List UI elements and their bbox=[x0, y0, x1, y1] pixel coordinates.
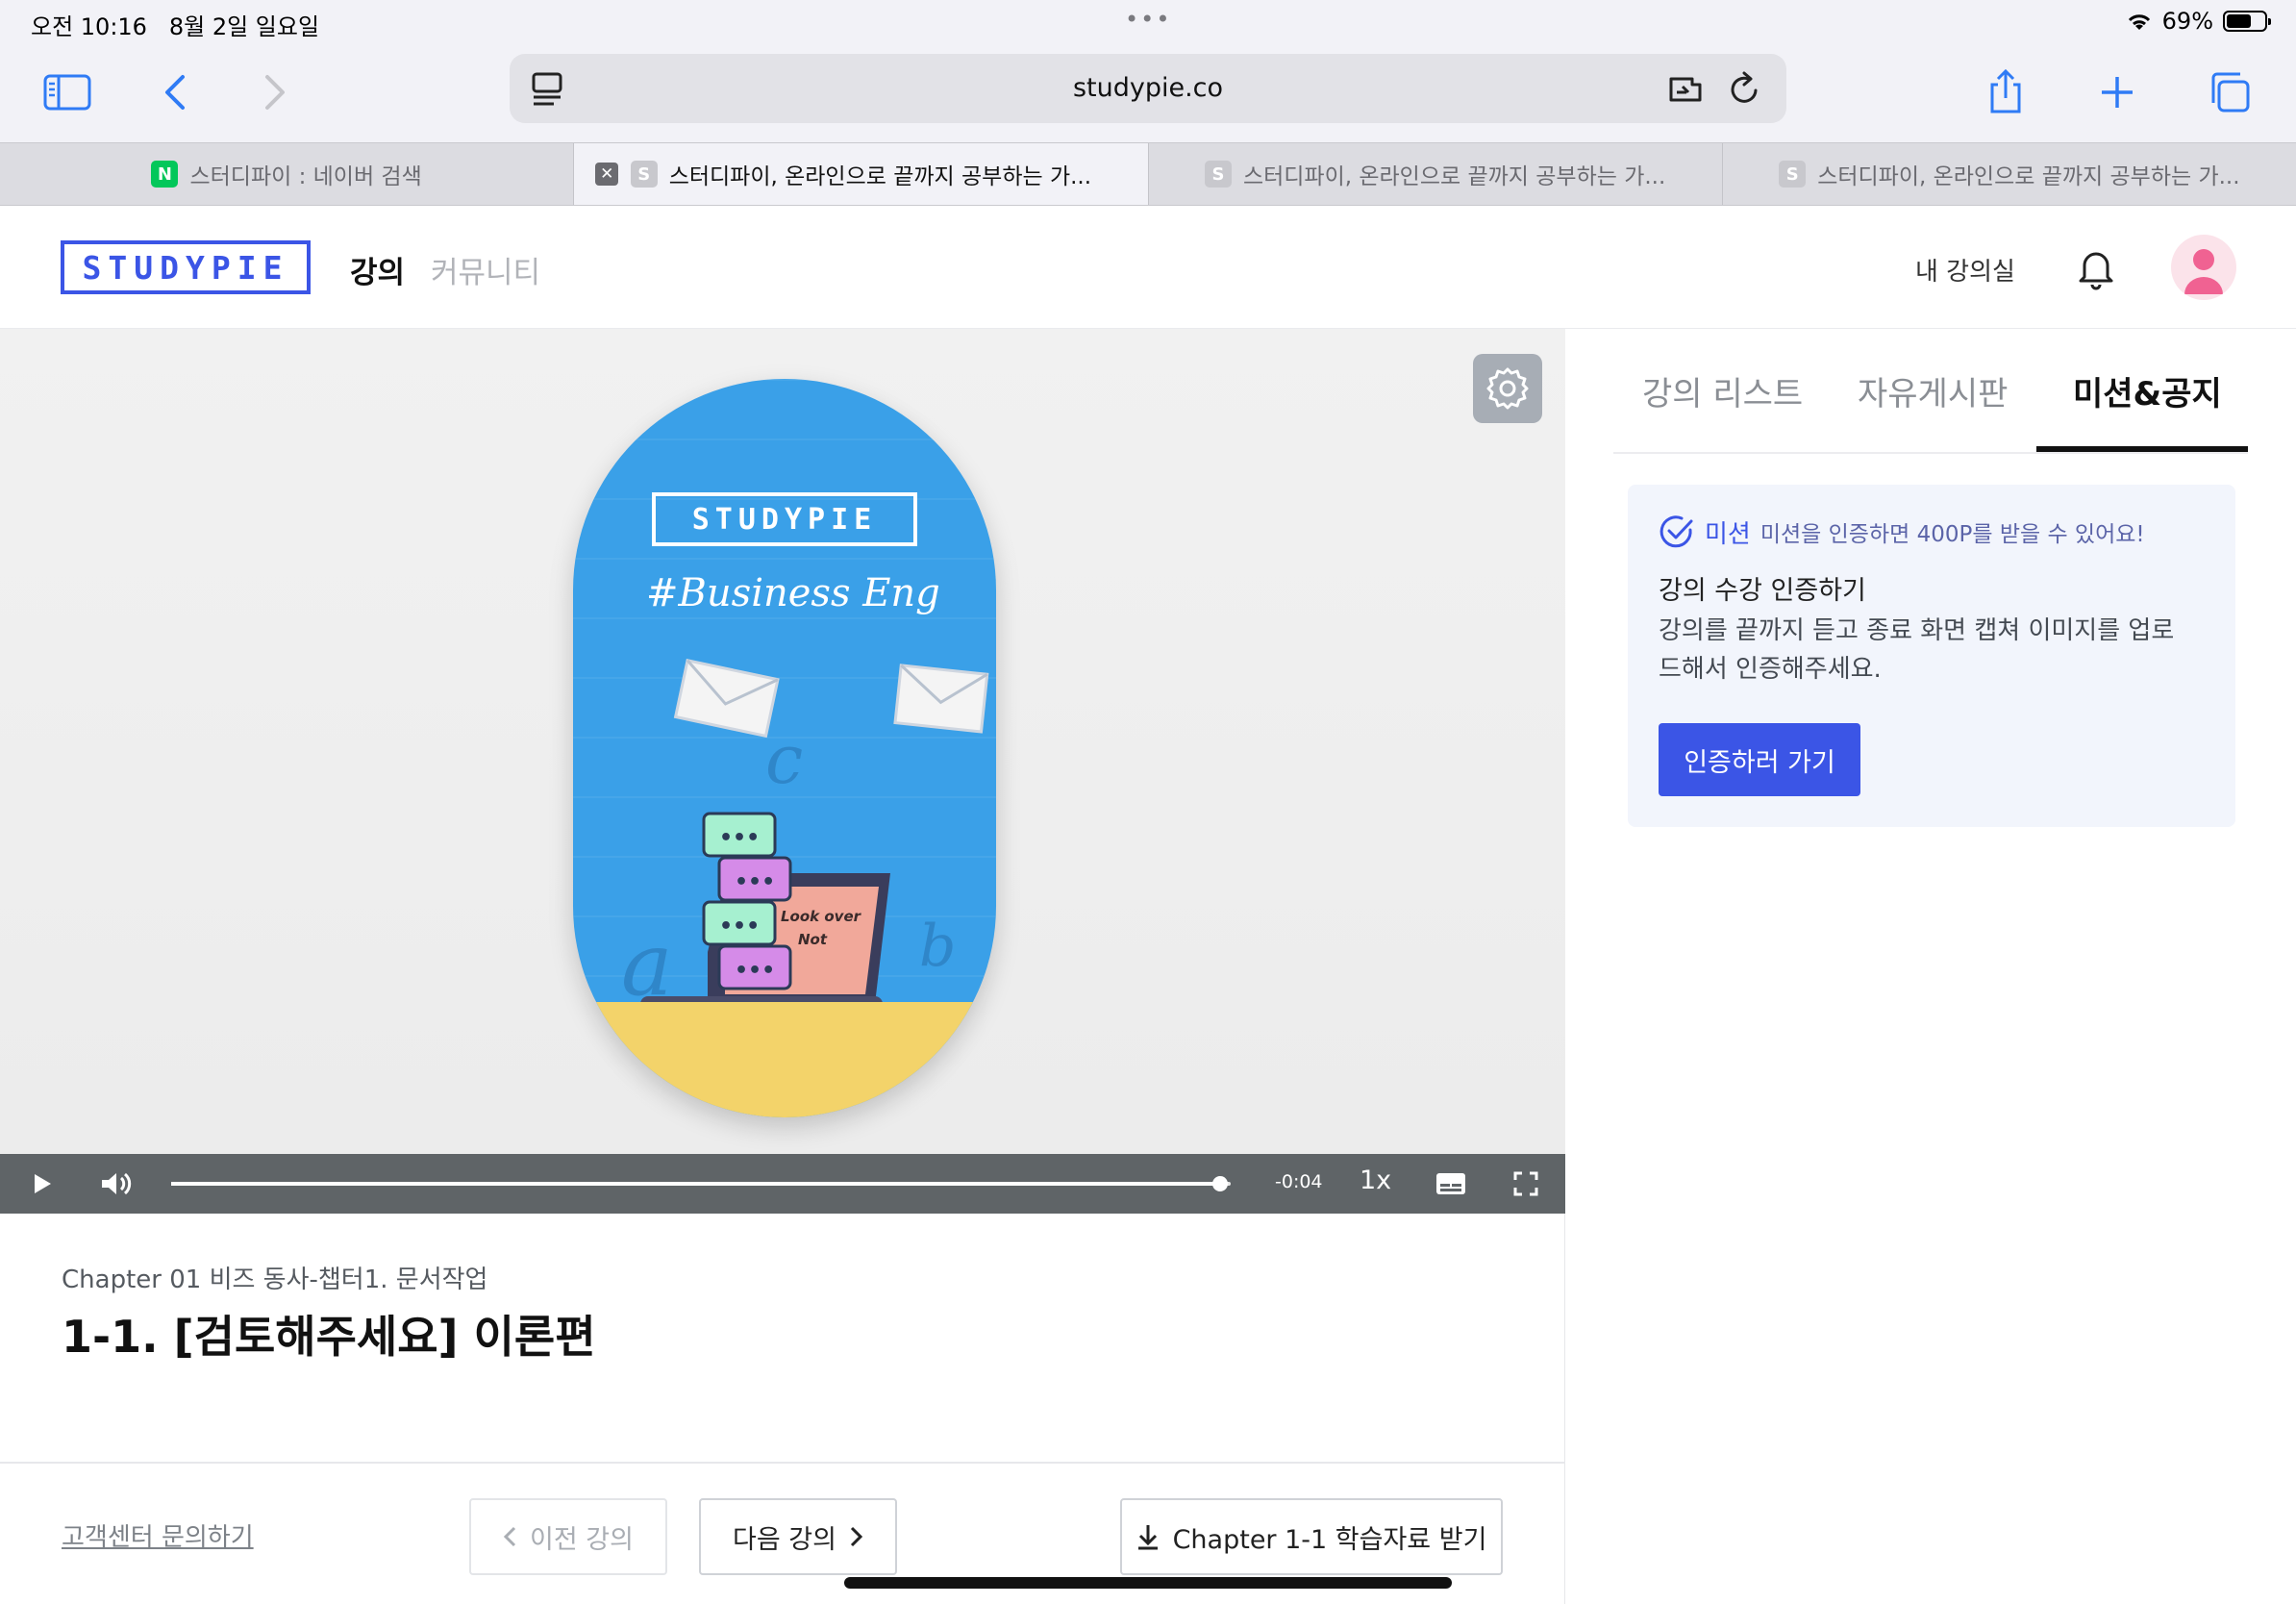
new-tab-icon[interactable] bbox=[2088, 63, 2146, 121]
video-frame[interactable]: STUDYPIE #Business Eng c a b Look over N… bbox=[0, 329, 1565, 1154]
download-material-label: Chapter 1-1 학습자료 받기 bbox=[1172, 1524, 1487, 1555]
video-thumbnail: STUDYPIE #Business Eng c a b Look over N… bbox=[573, 379, 996, 1117]
tab-free-board[interactable]: 자유게시판 bbox=[1858, 367, 2008, 414]
url-text: studypie.co bbox=[1072, 73, 1224, 103]
svg-text:•••: ••• bbox=[735, 959, 775, 983]
status-bar: 오전 10:16 8월 2일 일요일 ••• 69% bbox=[0, 0, 2296, 44]
reload-icon[interactable] bbox=[1727, 71, 1761, 112]
time-remaining: -0:04 bbox=[1275, 1171, 1323, 1192]
url-bar[interactable]: studypie.co bbox=[510, 54, 1786, 123]
mission-tag: 미션 bbox=[1705, 519, 1751, 549]
forward-icon[interactable] bbox=[246, 63, 304, 121]
chevron-left-icon bbox=[503, 1526, 516, 1547]
video-progress-knob[interactable] bbox=[1211, 1176, 1228, 1191]
status-indicators: 69% bbox=[2126, 8, 2271, 35]
fullscreen-button[interactable] bbox=[1508, 1164, 1544, 1204]
mission-title: 강의 수강 인증하기 bbox=[1659, 576, 1866, 606]
browser-tabs: N 스터디파이 : 네이버 검색 ✕ S 스터디파이, 온라인으로 끝까지 공부… bbox=[0, 142, 2296, 206]
settings-button[interactable] bbox=[1473, 354, 1542, 423]
browser-toolbar: studypie.co bbox=[0, 44, 2296, 142]
volume-button[interactable] bbox=[96, 1164, 137, 1204]
download-icon bbox=[1137, 1525, 1158, 1550]
chapter-label: Chapter 01 비즈 동사-챕터1. 문서작업 bbox=[62, 1266, 488, 1294]
nav-community[interactable]: 커뮤니티 bbox=[431, 248, 540, 291]
studypie-favicon-icon: S bbox=[1204, 161, 1232, 188]
fullscreen-icon bbox=[1513, 1171, 1538, 1196]
tab-title: 스터디파이, 온라인으로 끝까지 공부하는 가... bbox=[668, 164, 1092, 189]
status-time-date: 오전 10:16 8월 2일 일요일 bbox=[31, 13, 320, 40]
extension-icon[interactable] bbox=[1667, 71, 1710, 112]
tab-mission-notice[interactable]: 미션&공지 bbox=[2073, 367, 2222, 414]
gear-icon bbox=[1486, 367, 1529, 410]
wifi-icon bbox=[2128, 14, 2150, 30]
active-tab-underline bbox=[2036, 446, 2248, 452]
battery-level bbox=[2227, 14, 2251, 28]
sidebar-icon[interactable] bbox=[38, 63, 96, 121]
prev-lecture-button[interactable]: 이전 강의 bbox=[469, 1498, 667, 1575]
svg-text:Look over: Look over bbox=[781, 908, 862, 925]
tabs-overview-icon[interactable] bbox=[2200, 63, 2258, 121]
close-tab-icon[interactable]: ✕ bbox=[595, 163, 619, 186]
home-indicator[interactable] bbox=[844, 1577, 1452, 1589]
volume-icon bbox=[102, 1172, 132, 1195]
mission-header: 미션 미션을 인증하면 400P를 받을 수 있어요! bbox=[1659, 514, 2145, 550]
tab-title: 스터디파이 : 네이버 검색 bbox=[189, 164, 422, 189]
video-progress-fill bbox=[171, 1182, 1220, 1186]
download-material-button[interactable]: Chapter 1-1 학습자료 받기 bbox=[1120, 1498, 1503, 1575]
captions-button[interactable] bbox=[1433, 1164, 1469, 1204]
studypie-favicon-icon: S bbox=[630, 161, 658, 188]
mission-card: 미션 미션을 인증하면 400P를 받을 수 있어요! 강의 수강 인증하기 강… bbox=[1628, 485, 2235, 827]
tab-lecture-list[interactable]: 강의 리스트 bbox=[1642, 367, 1803, 414]
nav-lecture[interactable]: 강의 bbox=[350, 248, 405, 291]
mission-reward-note: 미션을 인증하면 400P를 받을 수 있어요! bbox=[1759, 522, 2145, 547]
svg-text:b: b bbox=[919, 913, 956, 980]
tab-title: 스터디파이, 온라인으로 끝까지 공부하는 가... bbox=[1242, 164, 1666, 189]
browser-tab[interactable]: N 스터디파이 : 네이버 검색 bbox=[0, 143, 575, 205]
site-header: STUDYPIE 강의 커뮤니티 내 강의실 bbox=[0, 206, 2296, 329]
check-circle-icon bbox=[1660, 515, 1693, 548]
browser-tab-active[interactable]: ✕ S 스터디파이, 온라인으로 끝까지 공부하는 가... bbox=[574, 143, 1149, 205]
customer-center-link[interactable]: 고객센터 문의하기 bbox=[62, 1517, 254, 1553]
video-controls: -0:04 1x bbox=[0, 1154, 1565, 1214]
bell-icon[interactable] bbox=[2073, 244, 2119, 290]
user-icon bbox=[2184, 249, 2223, 294]
captions-icon bbox=[1436, 1173, 1465, 1194]
prev-lecture-label: 이전 강의 bbox=[530, 1524, 634, 1555]
browser-tab[interactable]: S 스터디파이, 온라인으로 끝까지 공부하는 가... bbox=[1723, 143, 2296, 205]
studypie-favicon-icon: S bbox=[1779, 161, 1807, 188]
video-player[interactable]: STUDYPIE #Business Eng c a b Look over N… bbox=[0, 329, 1565, 1214]
naver-favicon-icon: N bbox=[151, 161, 179, 188]
share-icon[interactable] bbox=[1977, 63, 2034, 121]
svg-text:•••: ••• bbox=[719, 915, 760, 939]
lecture-info: Chapter 01 비즈 동사-챕터1. 문서작업 1-1. [검토해주세요]… bbox=[0, 1214, 1565, 1464]
play-button[interactable] bbox=[23, 1164, 62, 1204]
play-icon bbox=[35, 1174, 51, 1193]
multitasking-dots-icon[interactable]: ••• bbox=[1125, 6, 1171, 33]
battery-percent: 69% bbox=[2161, 8, 2213, 35]
video-progress-bar[interactable] bbox=[171, 1176, 1231, 1191]
svg-text:•••: ••• bbox=[735, 870, 775, 894]
lecture-title: 1-1. [검토해주세요] 이론편 bbox=[62, 1311, 596, 1363]
svg-text:Not: Not bbox=[798, 931, 828, 948]
chevron-right-icon bbox=[850, 1526, 863, 1547]
tab-title: 스터디파이, 온라인으로 끝까지 공부하는 가... bbox=[1817, 164, 2240, 189]
mission-description: 강의를 끝까지 듣고 종료 화면 캡쳐 이미지를 업로드해서 인증해주세요. bbox=[1659, 616, 2175, 684]
verify-mission-button[interactable]: 인증하러 가기 bbox=[1659, 723, 1860, 796]
svg-text:•••: ••• bbox=[719, 826, 760, 850]
back-icon[interactable] bbox=[146, 63, 204, 121]
avatar[interactable] bbox=[2171, 235, 2236, 300]
next-lecture-label: 다음 강의 bbox=[733, 1524, 836, 1555]
svg-text:c: c bbox=[765, 720, 803, 799]
studypie-logo[interactable]: STUDYPIE bbox=[61, 240, 311, 294]
next-lecture-button[interactable]: 다음 강의 bbox=[699, 1498, 897, 1575]
playback-speed-button[interactable]: 1x bbox=[1360, 1165, 1391, 1195]
nav-my-classroom[interactable]: 내 강의실 bbox=[1915, 252, 2015, 288]
battery-icon bbox=[2223, 11, 2271, 32]
browser-tab[interactable]: S 스터디파이, 온라인으로 끝까지 공부하는 가... bbox=[1149, 143, 1723, 205]
sidebar-tabs: 강의 리스트 자유게시판 미션&공지 bbox=[1613, 329, 2248, 454]
